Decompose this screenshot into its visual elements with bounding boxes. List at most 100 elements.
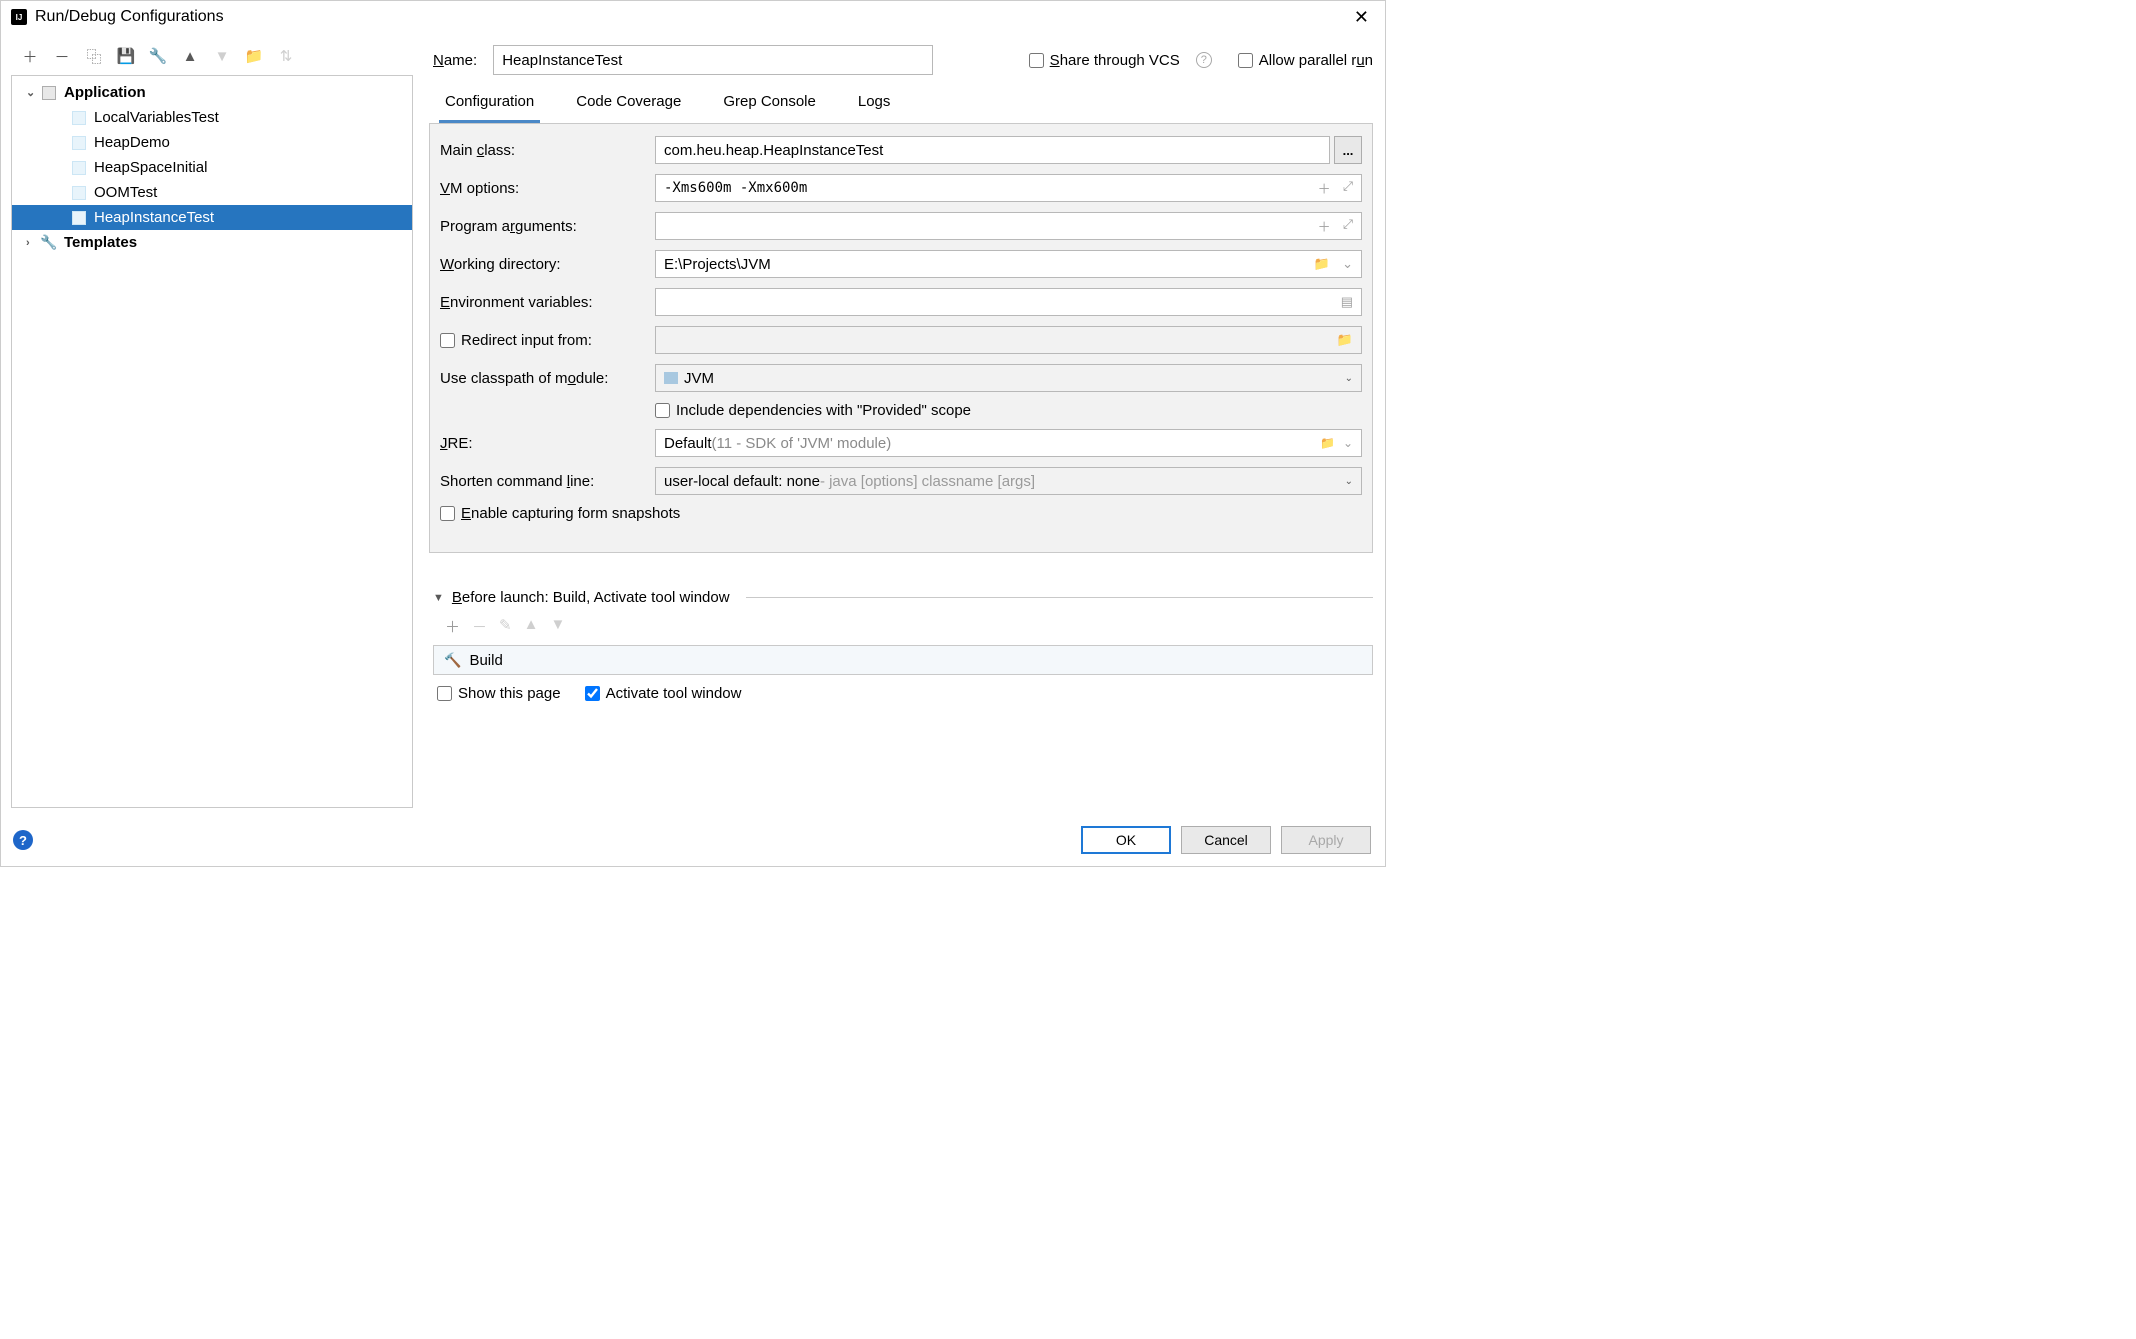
tree-item[interactable]: OOMTest — [12, 180, 412, 205]
name-input[interactable] — [493, 45, 933, 75]
remove-config-icon[interactable]: － — [53, 47, 71, 65]
sidebar-toolbar: ＋ － ⿻ 💾 🔧 ▲ ▼ 📁 ⇅ — [11, 41, 413, 75]
move-down-icon[interactable]: ▼ — [213, 47, 231, 65]
program-args-input[interactable] — [655, 212, 1362, 240]
tree-label: Templates — [64, 234, 137, 251]
hammer-icon: 🔨 — [444, 652, 461, 669]
env-vars-label: Environment variables: — [440, 294, 655, 311]
main-class-label: Main class: — [440, 142, 655, 159]
folder-icon[interactable]: 📁 — [1320, 436, 1335, 450]
browse-class-button[interactable]: ... — [1334, 136, 1362, 164]
list-icon[interactable]: ▤ — [1338, 294, 1356, 310]
edit-templates-icon[interactable]: 🔧 — [149, 47, 167, 65]
collapse-icon[interactable]: ▼ — [433, 592, 444, 604]
shorten-combo[interactable]: user-local default: none - java [options… — [655, 467, 1362, 495]
divider — [746, 597, 1373, 598]
close-icon[interactable]: ✕ — [1348, 7, 1375, 28]
activate-window-checkbox[interactable]: Activate tool window — [585, 685, 742, 702]
working-dir-input[interactable] — [655, 250, 1362, 278]
main-class-input[interactable] — [655, 136, 1330, 164]
fullscreen-icon[interactable]: ⤢ — [1340, 217, 1356, 236]
cancel-button[interactable]: Cancel — [1181, 826, 1271, 854]
before-launch-section: ▼ Before launch: Build, Activate tool wi… — [429, 589, 1373, 720]
env-vars-input[interactable] — [655, 288, 1362, 316]
move-down-icon[interactable]: ▼ — [550, 616, 565, 637]
ok-button[interactable]: OK — [1081, 826, 1171, 854]
capture-snapshots-checkbox[interactable]: Enable capturing form snapshots — [440, 505, 1362, 522]
config-tree[interactable]: ⌄ Application LocalVariablesTest HeapDem… — [11, 75, 413, 808]
jre-combo[interactable]: Default (11 - SDK of 'JVM' module) 📁 ⌄ — [655, 429, 1362, 457]
tree-templates-node[interactable]: › 🔧 Templates — [12, 230, 412, 255]
tabs: Configuration Code Coverage Grep Console… — [429, 85, 1373, 124]
run-config-icon — [70, 185, 88, 201]
tree-item[interactable]: HeapDemo — [12, 130, 412, 155]
name-label: Name: — [433, 52, 477, 69]
expand-icon[interactable]: ＋ — [1315, 217, 1334, 236]
run-config-icon — [70, 210, 88, 226]
vm-options-label: VM options: — [440, 180, 655, 197]
build-task-item[interactable]: 🔨 Build — [434, 646, 1372, 674]
tree-item[interactable]: HeapSpaceInitial — [12, 155, 412, 180]
tree-item-selected[interactable]: HeapInstanceTest — [12, 205, 412, 230]
add-config-icon[interactable]: ＋ — [21, 47, 39, 65]
tree-label: HeapSpaceInitial — [94, 159, 207, 176]
classpath-label: Use classpath of module: — [440, 370, 655, 387]
chevron-down-icon: ⌄ — [26, 86, 40, 99]
chevron-down-icon: ⌄ — [1345, 373, 1353, 384]
classpath-value: JVM — [684, 370, 714, 387]
sidebar: ＋ － ⿻ 💾 🔧 ▲ ▼ 📁 ⇅ ⌄ Application LocalVar — [1, 33, 421, 816]
folder-icon[interactable]: 📁 — [245, 47, 263, 65]
jre-value: Default — [664, 435, 712, 452]
tree-label: Application — [64, 84, 146, 101]
titlebar: Run/Debug Configurations ✕ — [1, 1, 1385, 33]
sort-icon[interactable]: ⇅ — [277, 47, 295, 65]
main-area: ＋ － ⿻ 💾 🔧 ▲ ▼ 📁 ⇅ ⌄ Application LocalVar — [1, 33, 1385, 816]
dialog-title: Run/Debug Configurations — [35, 8, 1348, 26]
configuration-panel: Main class: ... VM options: ＋ ⤢ — [429, 124, 1373, 553]
before-launch-list[interactable]: 🔨 Build — [433, 645, 1373, 675]
jre-hint: (11 - SDK of 'JVM' module) — [712, 435, 892, 452]
working-dir-label: Working directory: — [440, 256, 655, 273]
fullscreen-icon[interactable]: ⤢ — [1340, 179, 1356, 198]
add-task-icon[interactable]: ＋ — [445, 616, 460, 637]
shorten-label: Shorten command line: — [440, 473, 655, 490]
help-button-icon[interactable]: ? — [13, 830, 33, 850]
tab-grep-console[interactable]: Grep Console — [717, 85, 822, 123]
run-config-icon — [70, 135, 88, 151]
copy-config-icon[interactable]: ⿻ — [85, 47, 103, 65]
wrench-icon: 🔧 — [40, 235, 58, 251]
edit-task-icon[interactable]: ✎ — [499, 616, 512, 637]
vm-options-input[interactable] — [655, 174, 1362, 202]
name-row: Name: Share through VCS ? Allow parallel… — [429, 41, 1373, 85]
share-vcs-checkbox[interactable]: Share through VCS — [1029, 52, 1180, 69]
application-icon — [40, 85, 58, 101]
tree-label: HeapDemo — [94, 134, 170, 151]
chevron-right-icon: › — [26, 237, 40, 249]
before-launch-toolbar: ＋ － ✎ ▲ ▼ — [433, 606, 1373, 645]
tree-application-node[interactable]: ⌄ Application — [12, 80, 412, 105]
chevron-down-icon[interactable]: ⌄ — [1339, 256, 1356, 272]
include-provided-checkbox[interactable]: Include dependencies with "Provided" sco… — [655, 402, 1362, 419]
tab-logs[interactable]: Logs — [852, 85, 897, 123]
shorten-value: user-local default: none — [664, 473, 820, 490]
allow-parallel-checkbox[interactable]: Allow parallel run — [1238, 52, 1373, 69]
app-logo-icon — [11, 9, 27, 25]
move-up-icon[interactable]: ▲ — [181, 47, 199, 65]
expand-icon[interactable]: ＋ — [1315, 179, 1334, 198]
classpath-combo[interactable]: JVM ⌄ — [655, 364, 1362, 392]
folder-icon[interactable]: 📁 — [1334, 332, 1356, 348]
tree-item[interactable]: LocalVariablesTest — [12, 105, 412, 130]
jre-label: JRE: — [440, 435, 655, 452]
help-icon[interactable]: ? — [1196, 52, 1212, 68]
module-icon — [664, 372, 678, 384]
show-page-checkbox[interactable]: Show this page — [437, 685, 561, 702]
chevron-down-icon: ⌄ — [1345, 476, 1353, 487]
folder-icon[interactable]: 📁 — [1311, 256, 1333, 272]
remove-task-icon[interactable]: － — [472, 616, 487, 637]
move-up-icon[interactable]: ▲ — [524, 616, 539, 637]
tab-configuration[interactable]: Configuration — [439, 85, 540, 123]
redirect-input-checkbox[interactable]: Redirect input from: — [440, 332, 655, 349]
apply-button[interactable]: Apply — [1281, 826, 1371, 854]
tab-code-coverage[interactable]: Code Coverage — [570, 85, 687, 123]
save-config-icon[interactable]: 💾 — [117, 47, 135, 65]
